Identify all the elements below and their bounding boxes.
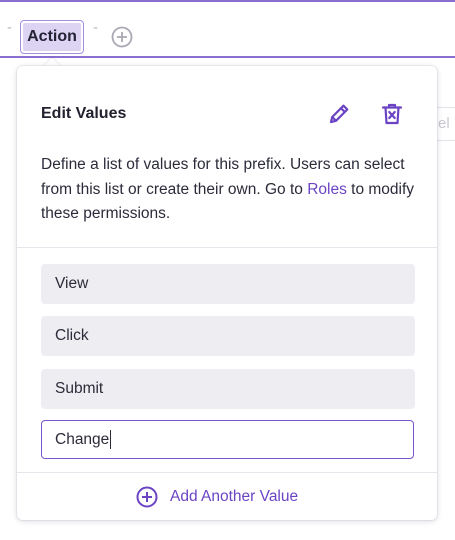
value-item-submit[interactable]: Submit [41, 369, 415, 409]
filter-bar: - Action - [0, 0, 455, 58]
divider [17, 247, 437, 248]
add-another-value-label: Add Another Value [170, 488, 299, 505]
divider [17, 472, 437, 473]
popover-title: Edit Values [41, 105, 127, 122]
separator-left: - [7, 19, 12, 36]
edit-button[interactable] [326, 101, 352, 127]
popover-description: Define a list of values for this prefix.… [41, 153, 421, 227]
action-chip[interactable]: Action [20, 20, 84, 54]
value-item-click[interactable]: Click [41, 316, 415, 356]
edit-values-popover: Edit Values Define a list of values for … [17, 66, 437, 520]
background-button-label: el [438, 115, 450, 132]
separator-right: - [93, 19, 98, 36]
new-value-input[interactable]: Change [41, 420, 414, 459]
action-chip-label: Action [23, 23, 81, 51]
plus-circle-icon [136, 486, 158, 508]
roles-link[interactable]: Roles [307, 181, 347, 198]
pencil-icon [329, 104, 349, 124]
add-segment-button[interactable] [111, 26, 133, 48]
new-value-text: Change [55, 430, 110, 448]
text-cursor [110, 430, 112, 449]
add-another-value-button[interactable]: Add Another Value [136, 486, 298, 508]
value-item-view[interactable]: View [41, 264, 415, 304]
delete-button[interactable] [379, 101, 405, 127]
trash-icon [381, 103, 403, 125]
plus-circle-icon [111, 26, 133, 48]
